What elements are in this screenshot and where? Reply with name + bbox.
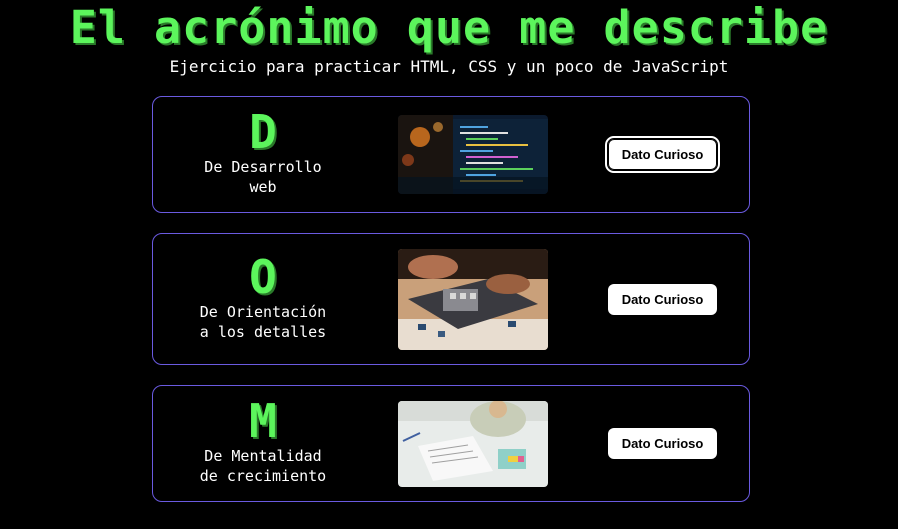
acronym-card-o: O De Orientación a los detalles Dato Cur… <box>152 233 750 365</box>
acronym-description: De Orientación a los detalles <box>199 303 327 341</box>
fun-fact-button[interactable]: Dato Curioso <box>605 136 720 173</box>
acronym-letter: O <box>249 250 277 304</box>
letter-block: D De Desarrollo web <box>153 109 373 197</box>
code-monitor-photo <box>398 115 548 194</box>
letter-block: M De Mentalidad de crecimiento <box>153 398 373 486</box>
studying-photo <box>398 401 548 487</box>
acronym-card-d: D De Desarrollo web Dato Curioso <box>152 96 750 213</box>
acronym-letter: M <box>249 394 277 448</box>
page-subtitle: Ejercicio para practicar HTML, CSS y un … <box>169 57 729 76</box>
fun-fact-button[interactable]: Dato Curioso <box>608 284 717 315</box>
puzzle-photo <box>398 249 548 350</box>
acronym-description: De Desarrollo web <box>204 158 322 196</box>
acronym-letter: D <box>249 105 277 159</box>
acronym-card-m: M De Mentalidad de crecimiento Dato Curi… <box>152 385 750 502</box>
letter-block: O De Orientación a los detalles <box>153 254 373 342</box>
acronym-description: De Mentalidad de crecimiento <box>199 447 327 485</box>
fun-fact-button[interactable]: Dato Curioso <box>608 428 717 459</box>
page-title: El acrónimo que me describe <box>69 1 829 54</box>
